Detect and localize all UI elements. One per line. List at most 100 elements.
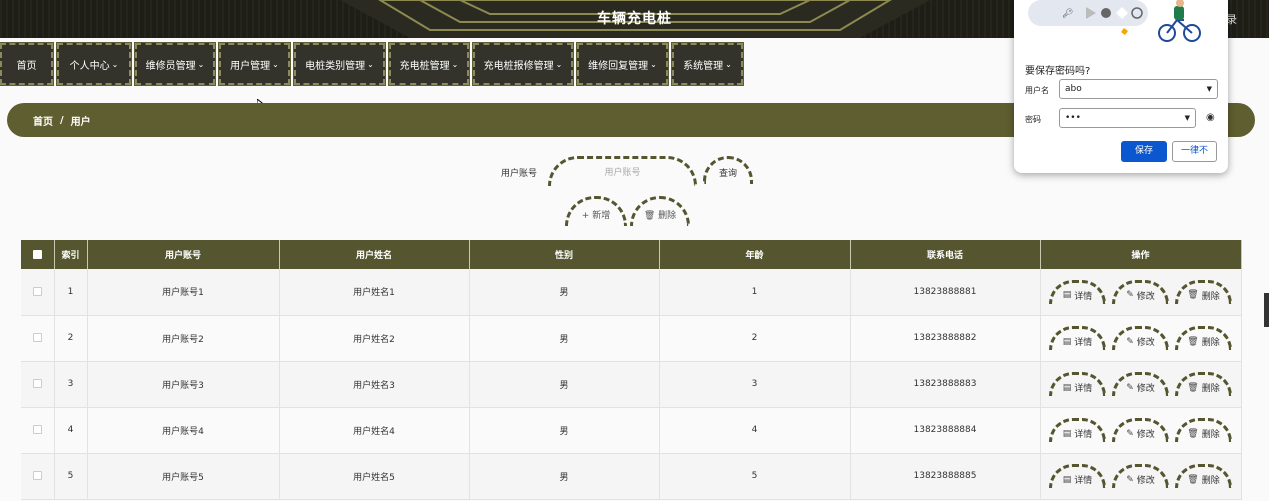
chevron-down-icon: ⌄ (197, 59, 205, 69)
nav-item-repair-report[interactable]: 充电桩报修管理 ⌄ (472, 42, 574, 86)
row-select-cell (21, 269, 55, 316)
detail-button[interactable]: ▤ 详情 (1049, 464, 1106, 488)
cell-gender: 男 (469, 453, 660, 500)
eye-icon[interactable]: ◉ (1206, 112, 1215, 123)
pencil-icon: ✎ (1126, 474, 1134, 485)
row-checkbox[interactable] (32, 471, 42, 480)
password-field[interactable]: ••• ▼ (1059, 108, 1196, 128)
table-row: 4 用户账号4 用户姓名4 男 4 13823888884 ▤ 详情 ✎ 修改 🗑︎ 删除 (21, 407, 1242, 454)
dropdown-arrow-icon: ▼ (1206, 85, 1212, 93)
delete-row-button[interactable]: 🗑︎ 删除 (1175, 464, 1232, 488)
row-checkbox[interactable] (32, 333, 42, 342)
trash-icon: 🗑︎ (1187, 428, 1199, 439)
detail-button[interactable]: ▤ 详情 (1049, 326, 1106, 350)
scrollbar-thumb[interactable] (1264, 293, 1269, 327)
add-label: + 新增 (581, 211, 611, 221)
table-row: 2 用户账号2 用户姓名2 男 2 13823888882 ▤ 详情 ✎ 修改 🗑︎ 删除 (21, 315, 1242, 362)
nav-label: 首页 (16, 60, 37, 72)
cell-index: 1 (54, 269, 88, 316)
delete-label: 删除 (658, 211, 677, 221)
breadcrumb-home[interactable]: 首页 (33, 113, 53, 128)
edit-button[interactable]: ✎ 修改 (1112, 279, 1169, 304)
cell-phone: 13823888885 (850, 453, 1041, 500)
chevron-down-icon: ⌄ (367, 59, 374, 69)
trash-icon: 🗑︎ (1187, 382, 1199, 393)
row-select-cell (21, 361, 55, 408)
chevron-down-icon: ⌄ (650, 59, 657, 69)
edit-button[interactable]: ✎ 修改 (1112, 464, 1169, 488)
cell-account: 用户账号4 (87, 407, 280, 454)
nav-item-system[interactable]: 系统管理 ⌄ (671, 42, 744, 86)
nav-label: 电桩类别管理 (305, 60, 366, 72)
delete-row-button[interactable]: 🗑︎ 删除 (1175, 326, 1232, 350)
username-field[interactable]: abo ▼ (1059, 79, 1218, 99)
nav-item-home[interactable]: 首页 (0, 42, 54, 86)
cell-age: 4 (659, 407, 851, 454)
cell-actions: ▤ 详情 ✎ 修改 🗑︎ 删除 (1040, 361, 1242, 408)
nav-label: 个人中心 (69, 60, 110, 72)
cell-actions: ▤ 详情 ✎ 修改 🗑︎ 删除 (1040, 453, 1242, 500)
pencil-icon: ✎ (1126, 290, 1134, 301)
nav-item-personal[interactable]: 个人中心 ⌄ (56, 42, 132, 86)
nav-item-repairman[interactable]: 维修员管理 ⌄ (134, 42, 216, 86)
cell-age: 3 (659, 361, 851, 408)
delete-label: 删除 (1201, 430, 1220, 440)
select-all-cell (21, 240, 55, 269)
cell-phone: 13823888883 (850, 361, 1041, 408)
table-row: 1 用户账号1 用户姓名1 男 1 13823888881 ▤ 详情 ✎ 修改 🗑︎ 删除 (21, 269, 1242, 316)
edit-button[interactable]: ✎ 修改 (1112, 418, 1169, 442)
edit-label: 修改 (1136, 338, 1155, 348)
dropdown-arrow-icon: ▼ (1184, 114, 1190, 122)
delete-row-button[interactable]: 🗑︎ 删除 (1175, 372, 1232, 396)
detail-button[interactable]: ▤ 详情 (1049, 279, 1106, 304)
trash-icon: 🗑︎ (1187, 336, 1199, 347)
delete-label: 删除 (1201, 476, 1220, 486)
delete-button[interactable]: 🗑︎ 删除 (630, 196, 690, 226)
cell-index: 5 (54, 453, 88, 500)
row-checkbox[interactable] (32, 379, 42, 388)
cell-name: 用户姓名3 (279, 361, 470, 408)
cell-index: 2 (54, 315, 88, 362)
cell-phone: 13823888881 (850, 269, 1041, 316)
delete-row-button[interactable]: 🗑︎ 删除 (1175, 418, 1232, 442)
cell-name: 用户姓名1 (279, 269, 470, 316)
cell-account: 用户账号5 (87, 453, 280, 500)
document-icon: ▤ (1062, 336, 1072, 347)
nav-label: 用户管理 (230, 60, 271, 72)
main-nav: 首页 个人中心 ⌄ 维修员管理 ⌄ 用户管理 ⌄ 电桩类别管理 ⌄ 充电桩管理 ⌄ 充电桩… (0, 42, 747, 86)
nav-item-users[interactable]: 用户管理 ⌄ (218, 42, 291, 86)
search-input[interactable]: 用户账号 (548, 156, 697, 186)
password-label: 密码 (1025, 115, 1041, 124)
trash-icon: 🗑︎ (643, 211, 656, 221)
detail-button[interactable]: ▤ 详情 (1049, 372, 1106, 396)
nav-item-repair-reply[interactable]: 维修回复管理 ⌄ (576, 42, 669, 86)
delete-row-button[interactable]: 🗑︎ 删除 (1175, 279, 1232, 304)
cell-index: 3 (54, 361, 88, 408)
column-header: 性别 (469, 240, 660, 269)
edit-label: 修改 (1136, 476, 1155, 486)
never-save-button[interactable]: 一律不 (1172, 141, 1217, 162)
row-checkbox[interactable] (32, 425, 42, 434)
column-header: 用户姓名 (279, 240, 470, 269)
nav-label: 维修员管理 (145, 60, 196, 72)
edit-button[interactable]: ✎ 修改 (1112, 326, 1169, 350)
save-password-button[interactable]: 保存 (1121, 141, 1167, 162)
edit-button[interactable]: ✎ 修改 (1112, 372, 1169, 396)
row-select-cell (21, 453, 55, 500)
detail-button[interactable]: ▤ 详情 (1049, 418, 1106, 442)
query-button[interactable]: 查询 (703, 156, 753, 184)
edit-label: 修改 (1136, 384, 1155, 394)
document-icon: ▤ (1062, 382, 1072, 393)
table-row: 3 用户账号3 用户姓名3 男 3 13823888883 ▤ 详情 ✎ 修改 🗑︎ 删除 (21, 361, 1242, 408)
column-header: 用户账号 (87, 240, 280, 269)
nav-item-pile-category[interactable]: 电桩类别管理 ⌄ (293, 42, 386, 86)
cell-gender: 男 (469, 315, 660, 362)
cell-age: 1 (659, 269, 851, 316)
delete-label: 删除 (1201, 338, 1220, 348)
select-all-checkbox[interactable] (32, 249, 42, 259)
row-checkbox[interactable] (32, 286, 42, 296)
add-button[interactable]: + 新增 (565, 196, 627, 226)
cell-index: 4 (54, 407, 88, 454)
cell-name: 用户姓名2 (279, 315, 470, 362)
nav-item-charging-pile[interactable]: 充电桩管理 ⌄ (388, 42, 470, 86)
